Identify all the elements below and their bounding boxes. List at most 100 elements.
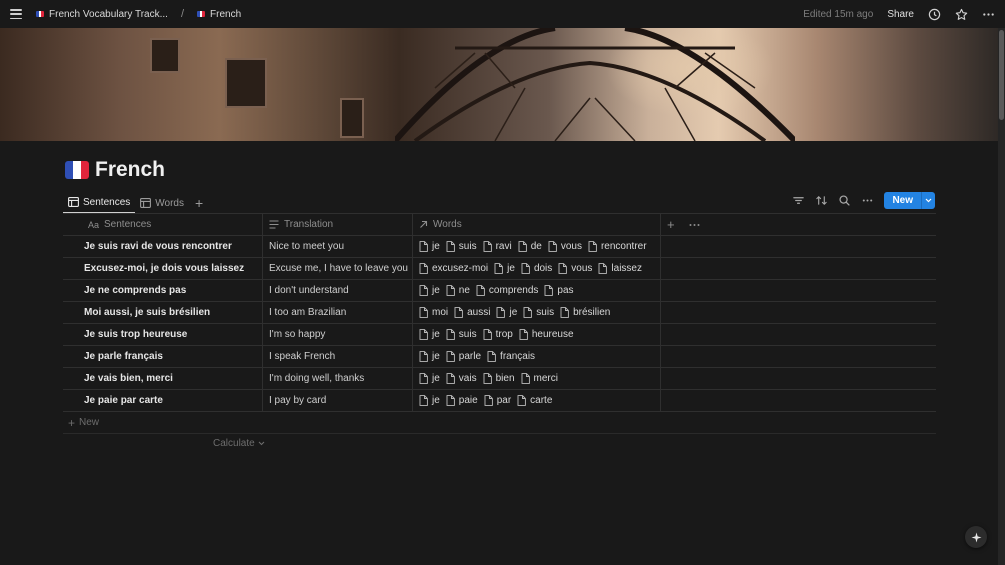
word-relation-chip[interactable]: ne bbox=[446, 285, 470, 296]
sentence-cell[interactable]: Je parle français bbox=[63, 346, 263, 367]
word-relation-chip[interactable]: paie bbox=[446, 395, 478, 406]
words-cell[interactable]: je ne comprends pas bbox=[413, 280, 661, 301]
tab-sentences[interactable]: Sentences bbox=[63, 192, 136, 214]
empty-cell[interactable] bbox=[661, 236, 936, 257]
sentence-cell[interactable]: Je suis ravi de vous rencontrer bbox=[63, 236, 263, 257]
word-relation-chip[interactable]: je bbox=[419, 241, 440, 252]
search-icon[interactable] bbox=[838, 194, 851, 207]
more-options-icon[interactable] bbox=[689, 219, 700, 230]
translation-cell[interactable]: I too am Brazilian bbox=[263, 302, 413, 323]
column-header-translation[interactable]: Translation bbox=[263, 214, 413, 235]
word-relation-chip[interactable]: parle bbox=[446, 351, 481, 362]
empty-cell[interactable] bbox=[661, 346, 936, 367]
translation-cell[interactable]: Excuse me, I have to leave you bbox=[263, 258, 413, 279]
breadcrumb-current[interactable]: French bbox=[210, 9, 241, 20]
translation-cell[interactable]: I don't understand bbox=[263, 280, 413, 301]
word-relation-chip[interactable]: excusez-moi bbox=[419, 263, 488, 274]
calculate-button[interactable]: Calculate bbox=[213, 438, 265, 449]
french-flag-icon[interactable] bbox=[65, 161, 89, 179]
word-relation-chip[interactable]: je bbox=[419, 351, 440, 362]
page-title[interactable]: French bbox=[95, 158, 165, 182]
word-relation-chip[interactable]: je bbox=[419, 285, 440, 296]
word-relation-chip[interactable]: trop bbox=[483, 329, 513, 340]
new-button-label[interactable]: New bbox=[884, 192, 921, 209]
filter-icon[interactable] bbox=[792, 194, 805, 207]
sentence-cell[interactable]: Je vais bien, merci bbox=[63, 368, 263, 389]
word-relation-chip[interactable]: suis bbox=[523, 307, 554, 318]
add-view-button[interactable]: + bbox=[191, 195, 207, 211]
word-relation-chip[interactable]: par bbox=[484, 395, 511, 406]
add-row-button[interactable]: + New bbox=[63, 412, 936, 434]
table-row[interactable]: Moi aussi, je suis brésilien I too am Bra… bbox=[63, 302, 936, 324]
word-relation-chip[interactable]: moi bbox=[419, 307, 448, 318]
word-relation-chip[interactable]: pas bbox=[544, 285, 574, 296]
more-options-icon[interactable] bbox=[861, 194, 874, 207]
share-button[interactable]: Share bbox=[887, 9, 914, 20]
word-relation-chip[interactable]: je bbox=[419, 395, 440, 406]
table-row[interactable]: Je ne comprends pas I don't understand je n… bbox=[63, 280, 936, 302]
word-relation-chip[interactable]: je bbox=[419, 373, 440, 384]
history-clock-icon[interactable] bbox=[928, 8, 941, 21]
words-cell[interactable]: je parle français bbox=[413, 346, 661, 367]
add-property-icon[interactable]: + bbox=[667, 217, 675, 232]
words-cell[interactable]: moi aussi je suis brésilien bbox=[413, 302, 661, 323]
translation-cell[interactable]: I'm doing well, thanks bbox=[263, 368, 413, 389]
word-relation-chip[interactable]: carte bbox=[517, 395, 552, 406]
sentence-cell[interactable]: Je paie par carte bbox=[63, 390, 263, 411]
word-relation-chip[interactable]: suis bbox=[446, 329, 477, 340]
words-cell[interactable]: je suis ravi de vous rencontrer bbox=[413, 236, 661, 257]
words-cell[interactable]: je vais bien merci bbox=[413, 368, 661, 389]
empty-cell[interactable] bbox=[661, 258, 936, 279]
translation-cell[interactable]: Nice to meet you bbox=[263, 236, 413, 257]
word-relation-chip[interactable]: je bbox=[419, 329, 440, 340]
table-row[interactable]: Je suis ravi de vous rencontrer Nice to m… bbox=[63, 236, 936, 258]
sentence-cell[interactable]: Je suis trop heureuse bbox=[63, 324, 263, 345]
words-cell[interactable]: je paie par carte bbox=[413, 390, 661, 411]
words-cell[interactable]: excusez-moi je dois vous laissez bbox=[413, 258, 661, 279]
empty-cell[interactable] bbox=[661, 324, 936, 345]
empty-cell[interactable] bbox=[661, 390, 936, 411]
word-relation-chip[interactable]: de bbox=[518, 241, 542, 252]
word-relation-chip[interactable]: je bbox=[496, 307, 517, 318]
ai-sparkle-button[interactable] bbox=[965, 526, 987, 548]
breadcrumb-parent[interactable]: French Vocabulary Track... bbox=[49, 9, 168, 20]
word-relation-chip[interactable]: rencontrer bbox=[588, 241, 647, 252]
word-relation-chip[interactable]: heureuse bbox=[519, 329, 574, 340]
table-row[interactable]: Excusez-moi, je dois vous laissez Excuse … bbox=[63, 258, 936, 280]
empty-cell[interactable] bbox=[661, 368, 936, 389]
sentence-cell[interactable]: Excusez-moi, je dois vous laissez bbox=[63, 258, 263, 279]
translation-cell[interactable]: I speak French bbox=[263, 346, 413, 367]
word-relation-chip[interactable]: brésilien bbox=[560, 307, 610, 318]
empty-cell[interactable] bbox=[661, 302, 936, 323]
word-relation-chip[interactable]: je bbox=[494, 263, 515, 274]
word-relation-chip[interactable]: ravi bbox=[483, 241, 512, 252]
table-row[interactable]: Je parle français I speak French je parle fr… bbox=[63, 346, 936, 368]
empty-cell[interactable] bbox=[661, 280, 936, 301]
word-relation-chip[interactable]: aussi bbox=[454, 307, 490, 318]
scrollbar-thumb[interactable] bbox=[999, 30, 1004, 120]
word-relation-chip[interactable]: français bbox=[487, 351, 535, 362]
word-relation-chip[interactable]: dois bbox=[521, 263, 552, 274]
sentence-cell[interactable]: Je ne comprends pas bbox=[63, 280, 263, 301]
favorite-star-icon[interactable] bbox=[955, 8, 968, 21]
column-header-words[interactable]: Words bbox=[413, 214, 661, 235]
word-relation-chip[interactable]: vais bbox=[446, 373, 477, 384]
table-row[interactable]: Je suis trop heureuse I'm so happy je suis t… bbox=[63, 324, 936, 346]
translation-cell[interactable]: I'm so happy bbox=[263, 324, 413, 345]
column-header-sentences[interactable]: Aa Sentences bbox=[63, 214, 263, 235]
word-relation-chip[interactable]: vous bbox=[558, 263, 592, 274]
word-relation-chip[interactable]: vous bbox=[548, 241, 582, 252]
more-options-icon[interactable] bbox=[982, 8, 995, 21]
translation-cell[interactable]: I pay by card bbox=[263, 390, 413, 411]
table-row[interactable]: Je paie par carte I pay by card je paie par c… bbox=[63, 390, 936, 412]
table-row[interactable]: Je vais bien, merci I'm doing well, thank… bbox=[63, 368, 936, 390]
new-button[interactable]: New bbox=[884, 192, 935, 209]
word-relation-chip[interactable]: bien bbox=[483, 373, 515, 384]
scrollbar[interactable] bbox=[998, 28, 1005, 565]
chevron-down-icon[interactable] bbox=[921, 192, 935, 209]
word-relation-chip[interactable]: suis bbox=[446, 241, 477, 252]
word-relation-chip[interactable]: comprends bbox=[476, 285, 538, 296]
sentence-cell[interactable]: Moi aussi, je suis brésilien bbox=[63, 302, 263, 323]
word-relation-chip[interactable]: laissez bbox=[598, 263, 642, 274]
sort-icon[interactable] bbox=[815, 194, 828, 207]
